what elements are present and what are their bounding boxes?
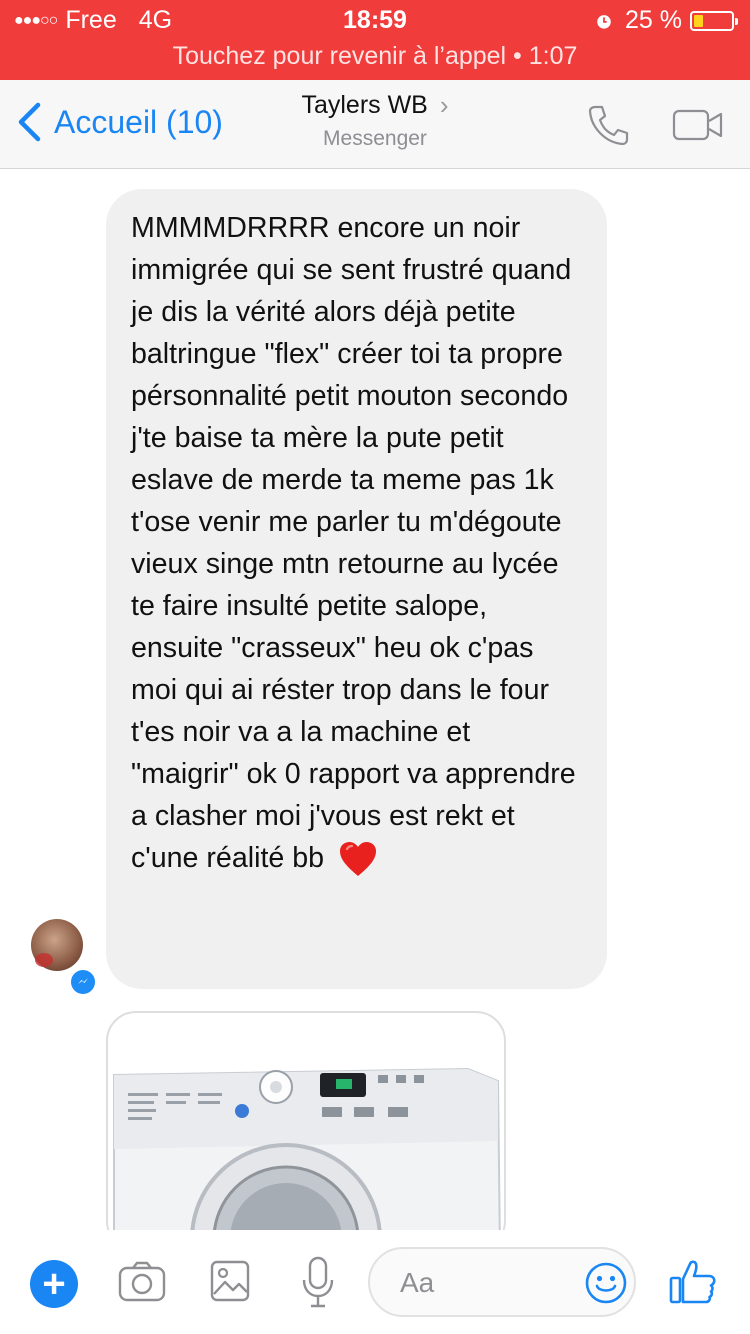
chevron-right-icon: ›	[439, 90, 449, 120]
phone-icon[interactable]	[586, 102, 632, 148]
battery-percent: 25 %	[625, 6, 682, 34]
heart-icon	[340, 842, 376, 877]
status-bar[interactable]: ●●●○○ Free 4G 18:59 25 % Touchez pour re…	[0, 0, 750, 80]
thumbs-up-icon[interactable]	[668, 1256, 718, 1306]
message-text: MMMMDRRRR encore un noir immigrée qui se…	[131, 212, 576, 874]
plus-icon[interactable]: +	[30, 1260, 78, 1308]
contact-name-button[interactable]: Taylers WB ›	[301, 90, 448, 121]
gallery-icon[interactable]	[210, 1260, 250, 1302]
alarm-icon	[597, 14, 611, 29]
washing-machine-photo[interactable]	[106, 1011, 506, 1230]
message-composer: +	[0, 1230, 750, 1334]
avatar[interactable]	[31, 919, 83, 971]
return-to-call-banner[interactable]: Touchez pour revenir à l’appel • 1:07	[0, 42, 750, 71]
navigation-bar: Accueil (10) Taylers WB › Messenger	[0, 80, 750, 169]
contact-name: Taylers WB	[301, 91, 428, 119]
status-right: 25 %	[595, 6, 738, 35]
battery-icon	[690, 10, 738, 31]
message-bubble[interactable]: MMMMDRRRR encore un noir immigrée qui se…	[106, 189, 607, 989]
messenger-badge-icon	[69, 968, 97, 996]
emoji-icon[interactable]	[584, 1261, 628, 1305]
washing-machine-image	[113, 1067, 501, 1230]
message-list[interactable]: MMMMDRRRR encore un noir immigrée qui se…	[0, 169, 750, 1230]
microphone-icon[interactable]	[300, 1256, 336, 1308]
message-input[interactable]	[398, 1263, 572, 1303]
message-input-field[interactable]	[368, 1247, 636, 1317]
battery-fill	[694, 14, 703, 27]
camera-icon[interactable]	[118, 1260, 166, 1304]
video-camera-icon[interactable]	[672, 108, 724, 142]
call-actions	[586, 102, 724, 148]
